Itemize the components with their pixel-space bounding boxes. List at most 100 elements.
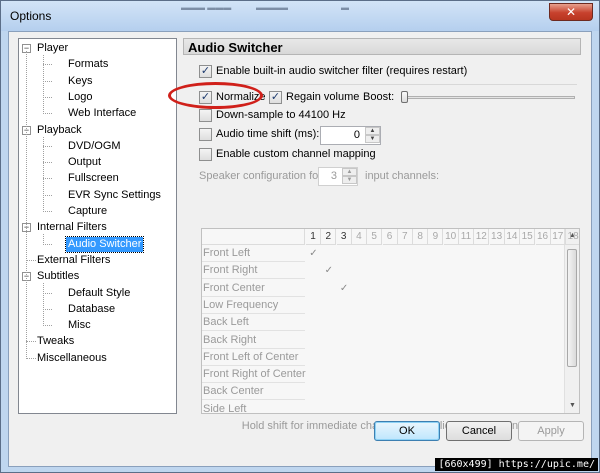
apply-button[interactable]: Apply bbox=[518, 421, 584, 441]
grid-column-header: 14 bbox=[504, 229, 520, 245]
spin-up-icon[interactable]: ▲ bbox=[365, 127, 380, 135]
checkbox-empty bbox=[199, 148, 212, 161]
regain-volume-label: Regain volume bbox=[286, 91, 360, 103]
time-shift-value: 0 bbox=[353, 129, 360, 141]
tree-item-label: Miscellaneous bbox=[37, 351, 107, 364]
cancel-button[interactable]: Cancel bbox=[446, 421, 512, 441]
grid-column-header: 7 bbox=[397, 229, 413, 245]
tree-connector bbox=[43, 283, 44, 327]
grid-row-header: Front Left bbox=[202, 245, 305, 262]
tree-connector bbox=[43, 96, 52, 98]
tree-item-label: Misc bbox=[68, 319, 91, 332]
tree-item-label: Keys bbox=[68, 74, 93, 87]
tree-connector bbox=[43, 325, 52, 327]
separator bbox=[199, 84, 577, 85]
tree-connector bbox=[43, 234, 44, 245]
speaker-config-suffix: input channels: bbox=[365, 170, 439, 182]
enable-filter-label: Enable built-in audio switcher filter (r… bbox=[216, 65, 468, 77]
input-channels-value: 3 bbox=[330, 170, 337, 182]
spin-down-icon[interactable]: ▼ bbox=[365, 135, 380, 143]
background-ghost-text: ▬▬▬▬ bbox=[256, 3, 288, 12]
checkbox-empty bbox=[199, 128, 212, 141]
grid-column-header: 11 bbox=[459, 229, 474, 245]
tree-connector bbox=[43, 162, 52, 164]
grid-column-header: 1 bbox=[306, 229, 321, 245]
grid-column-header: 3 bbox=[336, 229, 352, 245]
grid-column-header: 13 bbox=[489, 229, 505, 245]
tree-item[interactable]: − Subtitles bbox=[19, 269, 176, 284]
tree-connector bbox=[43, 243, 52, 245]
tree-item-label: Internal Filters bbox=[37, 221, 107, 234]
grid-check-icon[interactable]: ✓ bbox=[337, 280, 352, 297]
grid-row-header: Front Right of Center bbox=[202, 366, 306, 384]
ok-button[interactable]: OK bbox=[374, 421, 440, 441]
tree-item-label: DVD/OGM bbox=[68, 139, 121, 152]
tree-item-label: Formats bbox=[68, 58, 109, 71]
tree-connector bbox=[43, 55, 44, 115]
tree-connector bbox=[43, 211, 52, 212]
tree-connector bbox=[43, 64, 52, 66]
tree-item-label: Fullscreen bbox=[68, 172, 119, 185]
tree-item[interactable]: Tweaks bbox=[19, 334, 176, 349]
spin-down-icon[interactable]: ▼ bbox=[342, 176, 357, 184]
tree-connector bbox=[26, 51, 27, 359]
boost-label: Boost: bbox=[363, 91, 395, 103]
tree-connector bbox=[43, 292, 52, 294]
tree-item-label: Database bbox=[68, 302, 116, 315]
time-shift-spinner[interactable]: 0 ▲ ▼ bbox=[320, 126, 381, 145]
tree-item-label: Audio Switcher bbox=[64, 235, 145, 253]
grid-column-header: 2 bbox=[321, 229, 337, 245]
tree-item[interactable]: Miscellaneous bbox=[19, 351, 176, 366]
tree-connector bbox=[43, 136, 44, 212]
background-ghost-text: ▬▬▬ ▬▬▬ bbox=[181, 3, 232, 12]
speaker-config-prefix: Speaker configuration for bbox=[199, 170, 322, 182]
spin-up-icon[interactable]: ▲ bbox=[342, 168, 357, 176]
tree-item-label: Capture bbox=[68, 205, 108, 217]
tree-item-label: Subtitles bbox=[37, 270, 80, 283]
title-bar: Options ▬▬▬ ▬▬▬ ▬▬▬▬ ▬ ✕ bbox=[1, 1, 599, 31]
grid-column-header: 16 bbox=[535, 229, 551, 245]
grid-column-header: 18 bbox=[566, 229, 579, 245]
tree-connector bbox=[43, 145, 52, 147]
grid-column-header: 4 bbox=[351, 229, 367, 245]
window-title: Options bbox=[10, 9, 52, 23]
checkbox-check-icon: ✓ bbox=[269, 91, 282, 104]
tree-item-label: Output bbox=[68, 156, 102, 169]
close-button[interactable]: ✕ bbox=[549, 3, 593, 21]
grid-column-header: 6 bbox=[382, 229, 398, 245]
channel-mapping-grid[interactable]: ▲ ▼ 1 2 3 4 5 6 7 8 9 10 11 12 13 14 15 16 17 18 Front Lef… bbox=[201, 228, 580, 414]
grid-column-header: 10 bbox=[443, 229, 459, 245]
grid-check-icon[interactable]: ✓ bbox=[306, 245, 321, 262]
tree-item-label: EVR Sync Settings bbox=[68, 188, 161, 201]
tree-connector bbox=[43, 178, 52, 180]
grid-column-header: 12 bbox=[474, 229, 490, 245]
scrollbar-thumb[interactable] bbox=[567, 249, 577, 367]
grid-scrollbar[interactable]: ▲ ▼ bbox=[564, 229, 579, 413]
checkbox-empty bbox=[199, 109, 212, 122]
tree-connector bbox=[43, 113, 52, 115]
options-tree[interactable]: − Player Formats Keys Logo Web Interface − Play… bbox=[18, 38, 177, 414]
dialog-client-area: − Player Formats Keys Logo Web Interface − Play… bbox=[8, 31, 592, 467]
options-window: Options ▬▬▬ ▬▬▬ ▬▬▬▬ ▬ ✕ − Player Formats K… bbox=[0, 0, 600, 473]
tree-item-label: Logo bbox=[68, 90, 93, 103]
grid-check-icon[interactable]: ✓ bbox=[321, 262, 336, 279]
tree-item-label: Playback bbox=[37, 123, 82, 136]
grid-column-header: 9 bbox=[428, 229, 444, 245]
tree-item[interactable]: External Filters bbox=[19, 253, 176, 268]
channel-mapping-label: Enable custom channel mapping bbox=[216, 148, 376, 160]
grid-row-header: Front Center bbox=[202, 280, 305, 297]
grid-row-header: Side Left bbox=[202, 401, 305, 413]
tree-item[interactable]: − Player bbox=[19, 41, 176, 56]
grid-column-header: 17 bbox=[550, 229, 566, 245]
image-host-footer: [660x499] https://upic.me/ bbox=[435, 458, 598, 471]
tree-item[interactable]: − Playback bbox=[19, 123, 176, 138]
tree-item[interactable]: − Internal Filters bbox=[19, 220, 176, 235]
input-channels-spinner[interactable]: 3 ▲ ▼ bbox=[318, 167, 358, 186]
tree-connector bbox=[43, 80, 52, 82]
boost-slider-track[interactable] bbox=[401, 96, 575, 99]
tree-item-label: Default Style bbox=[68, 286, 131, 299]
tree-item-label: External Filters bbox=[37, 253, 111, 266]
tree-item-label: Tweaks bbox=[37, 335, 75, 348]
scroll-down-icon[interactable]: ▼ bbox=[565, 399, 579, 413]
boost-slider-thumb[interactable] bbox=[401, 91, 408, 103]
